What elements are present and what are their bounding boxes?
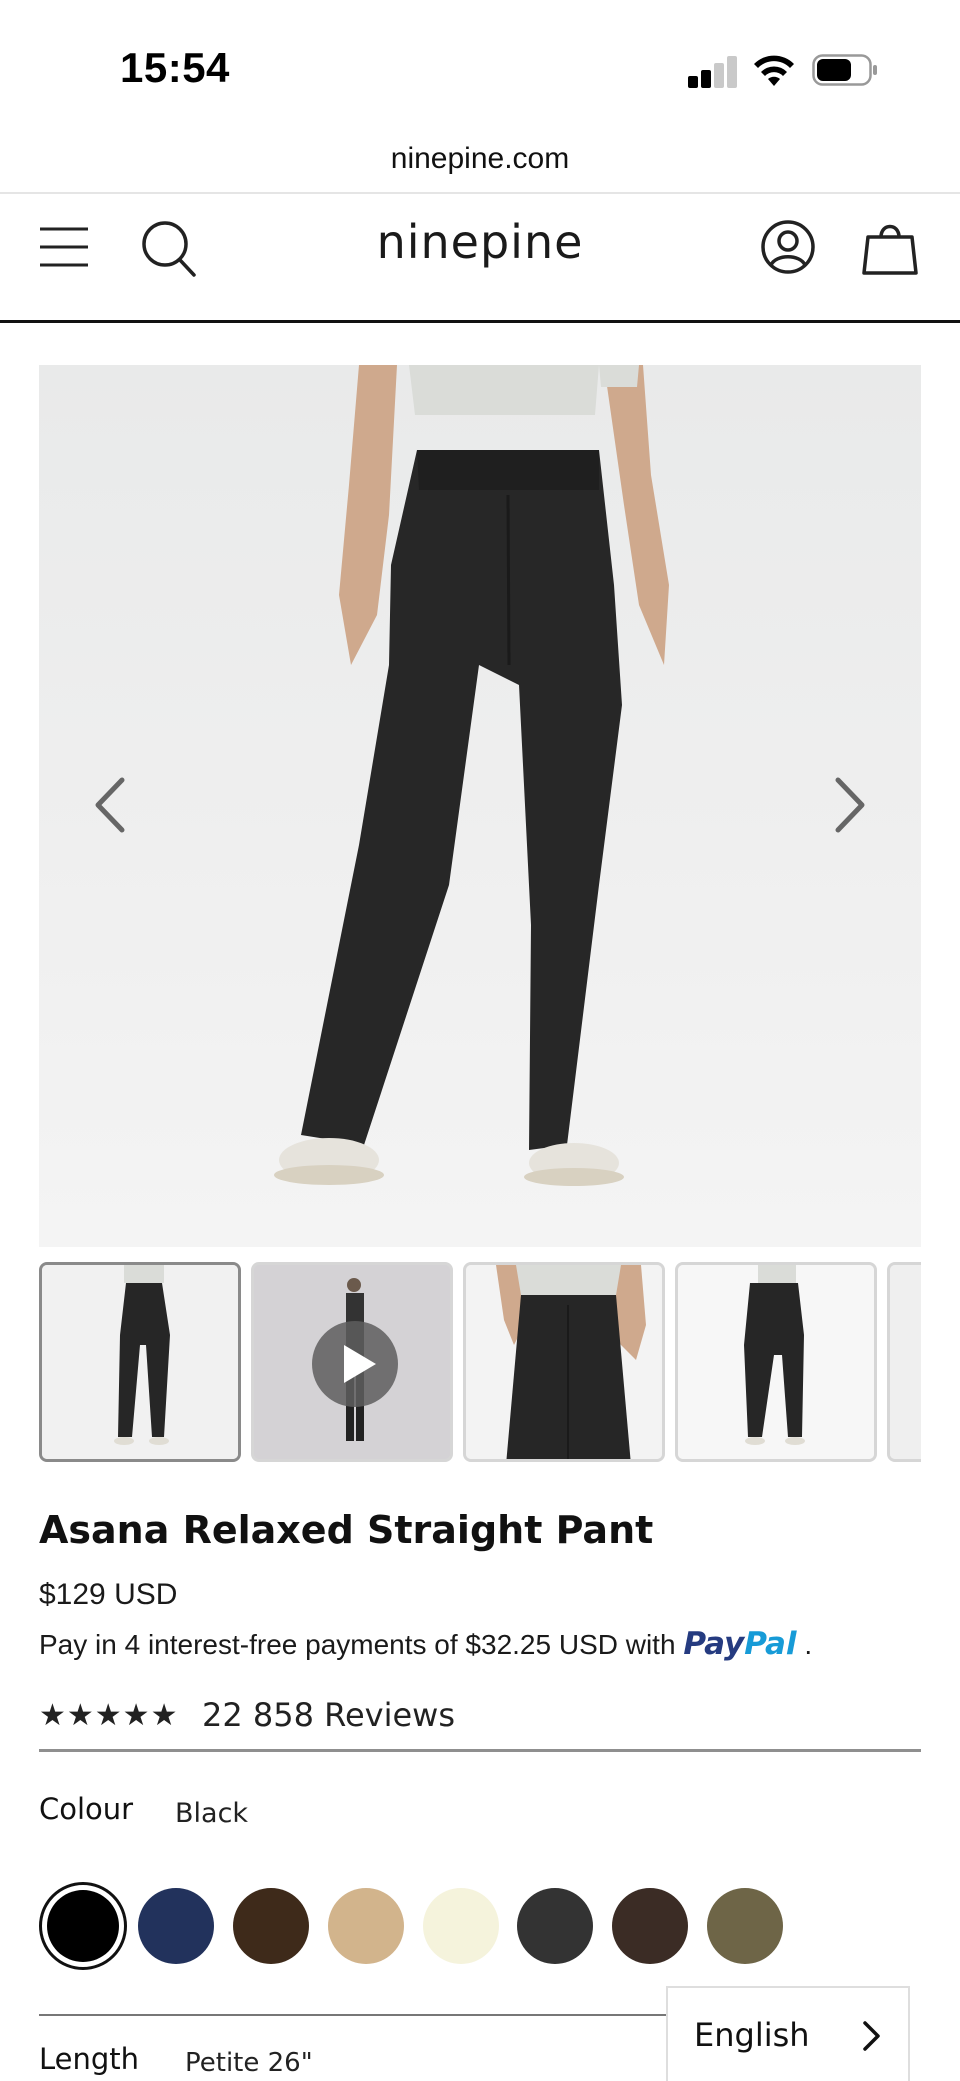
shopping-bag-icon[interactable] — [858, 215, 922, 279]
thumbnail-strip — [39, 1262, 921, 1464]
colour-swatch-brown[interactable] — [233, 1888, 309, 1964]
paypal-suffix: . — [804, 1629, 813, 1660]
reviews-summary[interactable]: ★★★★★ 22 858 Reviews — [39, 1694, 921, 1752]
colour-swatch-black[interactable] — [39, 1882, 127, 1970]
cellular-signal-icon — [688, 56, 738, 88]
status-time: 15:54 — [120, 44, 230, 91]
product-price: $129 USD — [39, 1578, 178, 1611]
colour-swatch-sand[interactable] — [328, 1888, 404, 1964]
chevron-right-icon — [863, 2021, 880, 2051]
language-selector[interactable]: English — [666, 1986, 910, 2081]
colour-swatch-charcoal[interactable] — [517, 1888, 593, 1964]
status-bar: 15:54 — [0, 0, 960, 120]
product-main-image[interactable] — [39, 365, 921, 1247]
wifi-icon — [754, 55, 794, 86]
paypal-text: Pay in 4 interest-free payments of $32.2… — [39, 1629, 676, 1660]
swatch-fill — [47, 1890, 119, 1962]
product-title: Asana Relaxed Straight Pant — [39, 1508, 654, 1552]
battery-icon — [812, 54, 877, 86]
chevron-right-icon[interactable] — [820, 770, 880, 840]
site-header: ninepine — [0, 195, 960, 323]
brand-logo[interactable]: ninepine — [377, 215, 584, 269]
colour-swatch-espresso[interactable] — [612, 1888, 688, 1964]
paypal-installments: Pay in 4 interest-free payments of $32.2… — [39, 1626, 812, 1662]
length-label: Length — [39, 2042, 140, 2076]
thumbnail-1[interactable] — [39, 1262, 241, 1462]
account-icon[interactable] — [756, 215, 820, 279]
thumbnail-4[interactable] — [675, 1262, 877, 1462]
paypal-logo[interactable]: PayPal — [683, 1626, 796, 1662]
paypal-logo-pay: Pay — [683, 1626, 745, 1662]
paypal-logo-pal: Pal — [744, 1626, 797, 1662]
section-divider — [39, 2014, 669, 2016]
thumbnail-5[interactable] — [887, 1262, 921, 1462]
model-wearing-pants-illustration — [274, 365, 669, 1186]
thumbnail-video[interactable] — [251, 1262, 453, 1462]
play-icon[interactable] — [312, 1321, 398, 1407]
colour-value: Black — [175, 1798, 249, 1829]
thumbnail-image — [890, 1265, 921, 1459]
thumbnail-3[interactable] — [463, 1262, 665, 1462]
colour-swatch-navy[interactable] — [138, 1888, 214, 1964]
star-rating-icon: ★★★★★ — [39, 1698, 179, 1733]
language-label: English — [694, 2016, 810, 2054]
thumbnail-image — [42, 1265, 238, 1459]
colour-label: Colour — [39, 1792, 134, 1826]
review-count[interactable]: 22 858 Reviews — [202, 1696, 455, 1734]
thumbnail-image — [466, 1265, 662, 1459]
browser-url-bar[interactable]: ninepine.com — [0, 120, 960, 194]
search-icon[interactable] — [136, 215, 200, 279]
colour-swatch-cream[interactable] — [423, 1888, 499, 1964]
chevron-left-icon[interactable] — [80, 770, 140, 840]
url-text[interactable]: ninepine.com — [391, 142, 569, 176]
length-value: Petite 26" — [185, 2048, 313, 2078]
colour-swatch-olive[interactable] — [707, 1888, 783, 1964]
menu-icon[interactable] — [32, 215, 96, 279]
thumbnail-image — [678, 1265, 874, 1459]
